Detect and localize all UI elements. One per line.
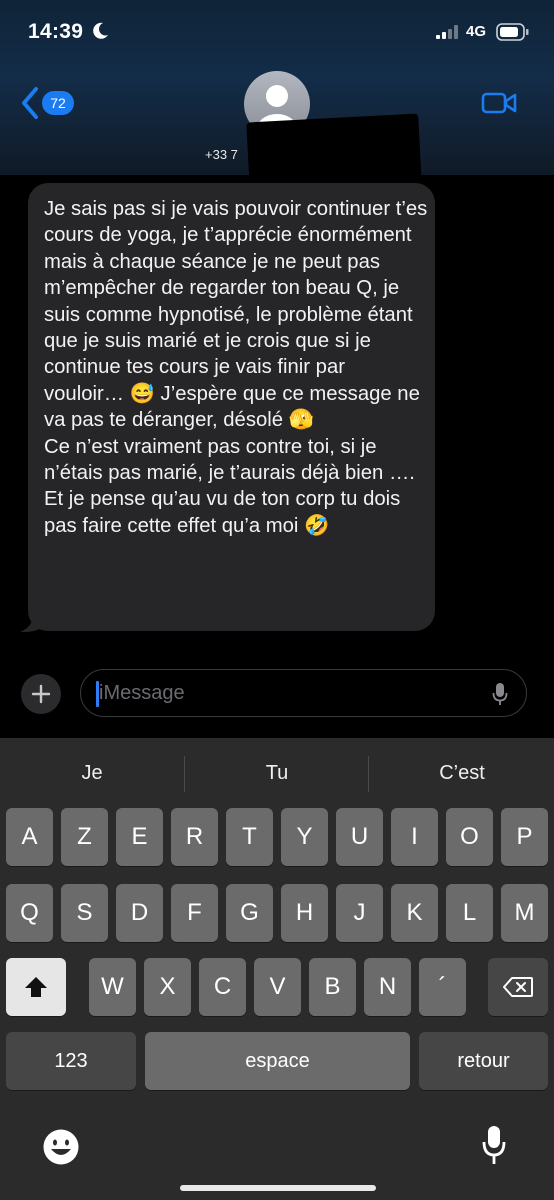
microphone-icon[interactable] (492, 682, 508, 706)
key-p[interactable]: P (501, 808, 548, 866)
key-t[interactable]: T (226, 808, 273, 866)
unread-count-badge: 72 (42, 91, 74, 115)
chevron-left-icon (22, 87, 38, 119)
key-c[interactable]: C (199, 958, 246, 1016)
key-d[interactable]: D (116, 884, 163, 942)
key-h[interactable]: H (281, 884, 328, 942)
numbers-key[interactable]: 123 (6, 1032, 136, 1090)
suggestion-3[interactable]: C’est (382, 762, 542, 785)
key-acute-accent[interactable]: ´ (419, 958, 466, 1016)
video-camera-icon[interactable] (481, 91, 517, 115)
key-o[interactable]: O (446, 808, 493, 866)
backspace-key[interactable] (488, 958, 548, 1016)
key-v[interactable]: V (254, 958, 301, 1016)
key-n[interactable]: N (364, 958, 411, 1016)
suggestion-2[interactable]: Tu (197, 762, 357, 785)
message-input[interactable]: iMessage (80, 669, 527, 717)
backspace-icon (503, 977, 533, 997)
message-placeholder: iMessage (99, 682, 185, 704)
redaction-scribble (246, 113, 422, 193)
key-g[interactable]: G (226, 884, 273, 942)
back-button[interactable]: 72 (20, 86, 80, 122)
key-f[interactable]: F (171, 884, 218, 942)
battery-icon (496, 23, 529, 41)
plus-icon (31, 684, 51, 704)
microphone-icon[interactable] (481, 1124, 507, 1166)
suggestion-divider (184, 756, 185, 792)
shift-arrow-icon (25, 977, 47, 997)
key-m[interactable]: M (501, 884, 548, 942)
space-key[interactable]: espace (145, 1032, 410, 1090)
key-k[interactable]: K (391, 884, 438, 942)
add-attachment-button[interactable] (21, 674, 61, 714)
key-e[interactable]: E (116, 808, 163, 866)
key-j[interactable]: J (336, 884, 383, 942)
signal-icon (436, 25, 458, 39)
key-y[interactable]: Y (281, 808, 328, 866)
moon-icon (93, 22, 108, 39)
key-x[interactable]: X (144, 958, 191, 1016)
return-key[interactable]: retour (419, 1032, 548, 1090)
key-s[interactable]: S (61, 884, 108, 942)
key-w[interactable]: W (89, 958, 136, 1016)
key-b[interactable]: B (309, 958, 356, 1016)
network-label: 4G (466, 23, 487, 40)
key-u[interactable]: U (336, 808, 383, 866)
shift-key[interactable] (6, 958, 66, 1016)
key-l[interactable]: L (446, 884, 493, 942)
key-q[interactable]: Q (6, 884, 53, 942)
emoji-icon[interactable] (42, 1128, 80, 1166)
suggestion-1[interactable]: Je (12, 762, 172, 785)
key-a[interactable]: A (6, 808, 53, 866)
home-indicator (180, 1185, 376, 1191)
contact-number[interactable]: +33 7 (205, 147, 238, 162)
received-message-bubble[interactable]: Je sais pas si je vais pouvoir continuer… (28, 183, 435, 631)
conversation-header: 14:39 4G 72 +33 7 (0, 0, 554, 193)
key-r[interactable]: R (171, 808, 218, 866)
status-time: 14:39 (28, 20, 84, 43)
keyboard: Je Tu C’est A Z E R T Y U I O P Q S D F … (0, 738, 554, 1200)
suggestion-divider (368, 756, 369, 792)
key-z[interactable]: Z (61, 808, 108, 866)
key-i[interactable]: I (391, 808, 438, 866)
message-text: Je sais pas si je vais pouvoir continuer… (44, 198, 428, 537)
